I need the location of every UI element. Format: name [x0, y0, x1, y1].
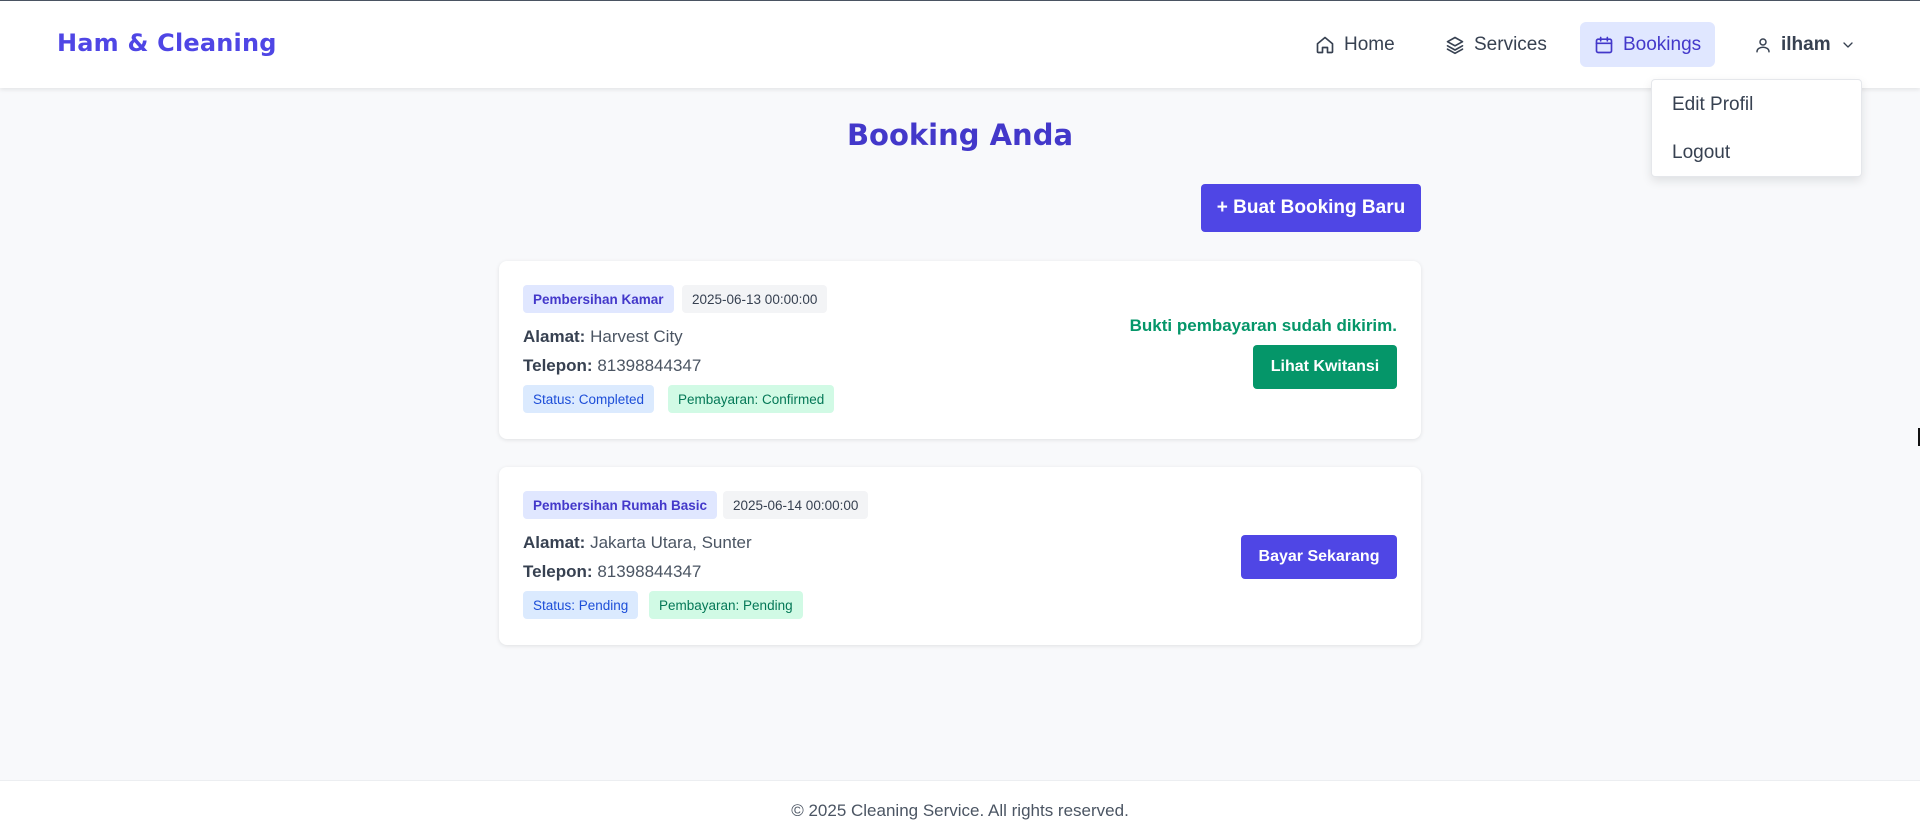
- date-badge: 2025-06-14 00:00:00: [723, 491, 869, 519]
- service-badge: Pembersihan Kamar: [523, 285, 674, 313]
- address-label: Alamat:: [523, 533, 586, 552]
- phone-label: Telepon:: [523, 356, 593, 375]
- nav-bookings-label: Bookings: [1623, 33, 1702, 55]
- payment-badge: Pembayaran: Confirmed: [668, 385, 835, 413]
- user-menu-toggle[interactable]: ilham: [1740, 22, 1870, 67]
- address-value: Harvest City: [590, 327, 683, 346]
- phone-value: 81398844347: [597, 356, 702, 375]
- chevron-down-icon: [1842, 41, 1853, 48]
- address-value: Jakarta Utara, Sunter: [590, 533, 752, 552]
- phone-value: 81398844347: [597, 562, 702, 581]
- navbar: Ham & Cleaning Home Services Bookings il…: [0, 1, 1920, 88]
- nav-home[interactable]: Home: [1301, 22, 1409, 67]
- new-booking-button[interactable]: + Buat Booking Baru: [1201, 184, 1421, 232]
- footer-copyright: © 2025 Cleaning Service. All rights rese…: [791, 800, 1129, 820]
- brand-logo[interactable]: Ham & Cleaning: [57, 29, 277, 57]
- booking-phone: Telepon: 81398844347: [523, 356, 701, 376]
- menu-item-logout[interactable]: Logout: [1672, 142, 1730, 164]
- payment-badge: Pembayaran: Pending: [649, 591, 803, 619]
- booking-card: Pembersihan Kamar 2025-06-13 00:00:00 Al…: [499, 261, 1421, 439]
- status-badge: Status: Completed: [523, 385, 655, 413]
- status-badge: Status: Pending: [523, 591, 639, 619]
- page-title: Booking Anda: [846, 118, 1074, 152]
- booking-phone: Telepon: 81398844347: [523, 562, 701, 582]
- user-dropdown-menu: Edit Profil Logout: [1651, 79, 1862, 177]
- nav-services[interactable]: Services: [1431, 22, 1561, 67]
- home-icon: [1316, 36, 1334, 53]
- date-badge: 2025-06-13 00:00:00: [682, 285, 828, 313]
- user-icon: [1756, 37, 1770, 52]
- pay-now-button[interactable]: Bayar Sekarang: [1241, 535, 1397, 579]
- payment-proof-message: Bukti pembayaran sudah dikirim.: [1129, 316, 1397, 335]
- view-receipt-button[interactable]: Lihat Kwitansi: [1253, 345, 1397, 389]
- nav-home-label: Home: [1344, 33, 1395, 55]
- booking-address: Alamat: Jakarta Utara, Sunter: [523, 533, 752, 553]
- phone-label: Telepon:: [523, 562, 593, 581]
- footer: © 2025 Cleaning Service. All rights rese…: [0, 780, 1920, 839]
- address-label: Alamat:: [523, 327, 586, 346]
- nav-services-label: Services: [1474, 33, 1547, 55]
- menu-item-edit-profile[interactable]: Edit Profil: [1672, 94, 1753, 116]
- booking-card: Pembersihan Rumah Basic 2025-06-14 00:00…: [499, 467, 1421, 645]
- calendar-icon: [1595, 36, 1613, 53]
- booking-address: Alamat: Harvest City: [523, 327, 683, 347]
- nav-bookings[interactable]: Bookings: [1580, 22, 1716, 67]
- user-name: ilham: [1781, 33, 1831, 55]
- layers-icon: [1446, 36, 1464, 54]
- service-badge: Pembersihan Rumah Basic: [523, 491, 718, 519]
